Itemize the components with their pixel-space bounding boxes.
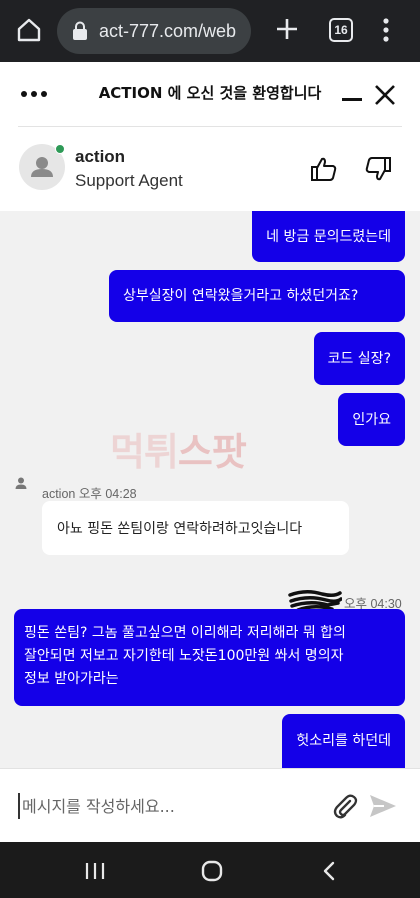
browser-toolbar: act-777.com/web 16 — [0, 0, 420, 62]
lock-icon — [73, 21, 87, 40]
message-time: 오후 04:28 — [78, 487, 137, 501]
sender-name: action — [42, 487, 76, 501]
user-message: 상부실장이 연락왔을거라고 하셨던거죠? — [109, 270, 405, 322]
more-horiz-icon[interactable] — [20, 90, 48, 98]
more-vert-icon[interactable] — [380, 17, 392, 43]
user-message: 인가요 — [338, 393, 405, 446]
user-message: 핑돈 쏜팀? 그놈 풀고싶으면 이리해라 저리해라 뭐 합의 잘안되면 저보고 … — [14, 609, 405, 706]
message-line: 핑돈 쏜팀? 그놈 풀고싶으면 이리해라 저리해라 뭐 합의 — [24, 625, 346, 641]
user-message: 네 방금 문의드렸는데 — [252, 211, 405, 262]
message-text: 인가요 — [352, 411, 391, 428]
message-input[interactable] — [22, 791, 312, 821]
chat-header: ACTION 에 오신 것을 환영합니다 action Support Agen… — [0, 62, 420, 211]
watermark-part2: 스팟 — [177, 430, 247, 474]
message-text: 코드 실장? — [327, 350, 391, 367]
thumbs-down-icon[interactable] — [364, 155, 392, 183]
sender-avatar-icon — [15, 477, 27, 489]
user-message: 헛소리를 하던데 — [282, 714, 405, 768]
message-text: 상부실장이 연락왔을거라고 하셨던거죠? — [123, 288, 359, 304]
header-divider — [18, 126, 402, 127]
message-list[interactable]: 먹튀스팟 네 방금 문의드렸는데 상부실장이 연락왔을거라고 하셨던거죠? 코드… — [0, 211, 420, 768]
thumbs-up-icon[interactable] — [310, 155, 338, 183]
system-nav-bar — [0, 842, 420, 898]
agent-name: action — [75, 147, 126, 166]
tab-count-number: 16 — [334, 23, 348, 37]
send-icon[interactable] — [368, 792, 398, 820]
agent-message: 아뇨 핑돈 쏜팀이랑 연락하려하고잇습니다 — [42, 501, 349, 555]
message-text: 아뇨 핑돈 쏜팀이랑 연락하려하고잇습니다 — [57, 521, 303, 537]
chat-title-bar: ACTION 에 오신 것을 환영합니다 — [0, 62, 420, 126]
home-circle-icon[interactable] — [201, 860, 223, 882]
recent-apps-icon[interactable] — [84, 862, 106, 880]
user-message: 코드 실장? — [313, 332, 405, 385]
watermark-part1: 먹튀 — [110, 430, 179, 474]
minimize-icon[interactable] — [342, 98, 362, 101]
online-status-dot — [55, 144, 65, 154]
tab-count-icon[interactable]: 16 — [329, 18, 353, 42]
agent-role: Support Agent — [75, 171, 183, 190]
close-icon[interactable] — [374, 84, 396, 106]
message-text: 네 방금 문의드렸는데 — [266, 228, 391, 245]
url-text: act-777.com/web — [99, 20, 237, 41]
message-text: 헛소리를 하던데 — [296, 733, 391, 749]
attach-icon[interactable] — [330, 792, 358, 820]
back-icon[interactable] — [322, 861, 336, 881]
text-caret — [18, 793, 20, 819]
watermark: 먹튀스팟 — [110, 421, 247, 476]
message-line: 정보 받아가라는 — [24, 671, 119, 687]
chat-title: ACTION 에 오신 것을 환영합니다 — [98, 84, 322, 102]
message-line: 잘안되면 저보고 자기한테 노잣돈100만원 쏴서 명의자 — [24, 648, 344, 664]
agent-message-meta: action 오후 04:28 — [42, 483, 137, 502]
address-bar[interactable]: act-777.com/web — [57, 8, 251, 54]
plus-icon[interactable] — [274, 16, 300, 42]
home-icon[interactable] — [16, 17, 42, 43]
